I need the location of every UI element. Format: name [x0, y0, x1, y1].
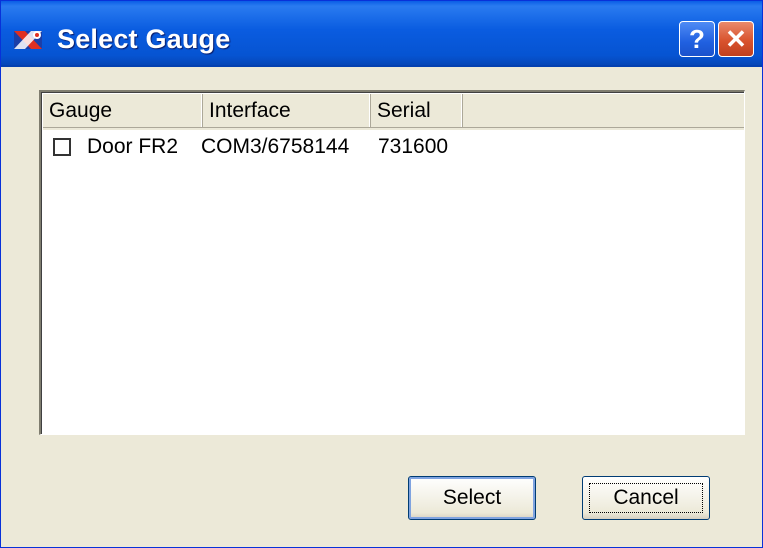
- checkbox-icon[interactable]: [53, 138, 71, 156]
- focus-rectangle: [589, 483, 703, 513]
- list-item[interactable]: Door FR2 COM3/6758144 731600: [43, 132, 744, 162]
- column-header-interface[interactable]: Interface: [203, 94, 371, 128]
- select-gauge-dialog: Select Gauge ? ✕ Gauge Interface Serial …: [0, 0, 763, 548]
- close-icon: ✕: [725, 24, 747, 54]
- select-button[interactable]: Select: [408, 476, 536, 520]
- gauge-app-icon: [14, 31, 42, 49]
- close-button[interactable]: ✕: [718, 21, 754, 57]
- gauge-name: Door FR2: [87, 135, 179, 158]
- help-button[interactable]: ?: [679, 21, 715, 57]
- gauge-interface: COM3/6758144: [201, 135, 350, 158]
- cancel-button[interactable]: Cancel: [582, 476, 710, 520]
- title-bar[interactable]: Select Gauge ? ✕: [1, 1, 762, 67]
- column-header-serial[interactable]: Serial: [371, 94, 463, 128]
- gauge-serial: 731600: [378, 135, 449, 158]
- column-header-empty[interactable]: [463, 94, 744, 128]
- help-icon: ?: [689, 24, 705, 54]
- column-header-gauge[interactable]: Gauge: [43, 94, 203, 128]
- gauge-list[interactable]: Gauge Interface Serial Door FR2 COM3/675…: [39, 90, 745, 435]
- window-title: Select Gauge: [57, 24, 231, 54]
- list-header: Gauge Interface Serial: [43, 94, 744, 130]
